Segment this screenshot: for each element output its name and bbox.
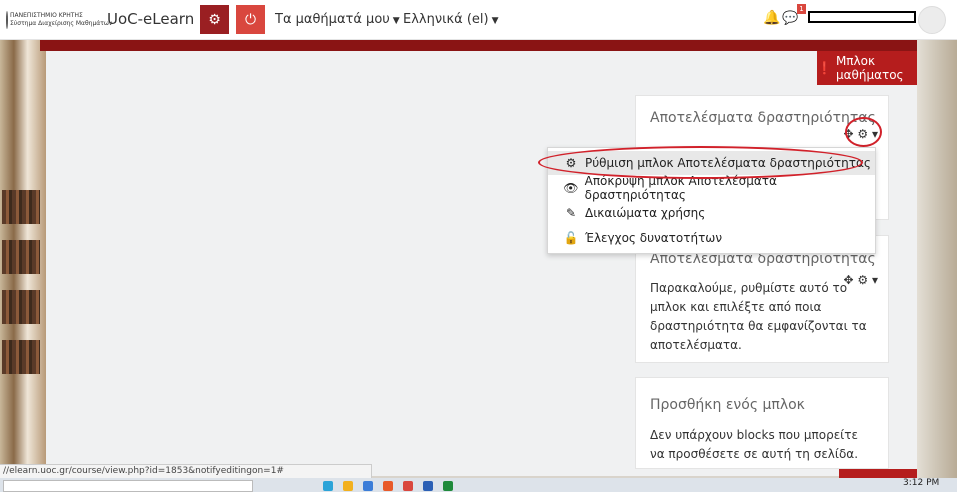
bell-icon[interactable]: 🔔 <box>763 10 780 26</box>
menu-item-hide-block[interactable]: 👁 Απόκρυψη μπλοκ Αποτελέσματα δραστηριότ… <box>548 174 875 202</box>
background-image-left <box>0 40 46 492</box>
background-image-right <box>913 40 957 492</box>
cogs-icon: ⚙ <box>208 11 221 28</box>
language-menu[interactable]: Ελληνικά (el) ▼ <box>403 12 499 27</box>
block-body: Παρακαλούμε, ρυθμίστε αυτό το μπλοκ και … <box>650 281 867 352</box>
caret-down-icon: ▼ <box>491 16 499 26</box>
site-name[interactable]: UoC-eLearn <box>107 10 194 28</box>
taskbar-search-box[interactable] <box>3 480 253 492</box>
message-badge: 1 <box>797 4 806 14</box>
footer-red-fragment <box>839 469 917 478</box>
bookshelf-decor <box>2 240 40 274</box>
caret-down-icon: ▼ <box>392 16 400 26</box>
block-activity-results-2: Αποτελέσματα δραστηριότητας ✥ ⚙ ▾ Παρακα… <box>635 235 889 363</box>
avatar[interactable] <box>918 6 946 34</box>
menu-item-check-permissions[interactable]: 🔓 Έλεγχος δυνατοτήτων <box>548 226 875 250</box>
exclamation-icon: ❗ <box>817 61 832 75</box>
redacted-username[interactable] <box>808 11 916 23</box>
admin-gears-button[interactable]: ⚙ <box>200 5 229 34</box>
my-courses-menu[interactable]: Τα μαθήματά μου ▼ <box>275 12 400 27</box>
bookshelf-decor <box>2 290 40 324</box>
taskbar-app-icon[interactable] <box>323 481 333 491</box>
taskbar-clock: 3:12 PM <box>903 478 940 488</box>
annotation-circle-gear <box>845 117 882 147</box>
power-icon: ⏻ <box>244 11 257 28</box>
block-title: Προσθήκη ενός μπλοκ <box>650 397 805 413</box>
course-blocks-label: Μπλοκ μαθήματος <box>835 54 904 82</box>
taskbar-app-icon[interactable] <box>343 481 353 491</box>
block-title: Αποτελέσματα δραστηριότητας <box>650 110 876 126</box>
menu-item-label: Έλεγχος δυνατοτήτων <box>585 231 723 245</box>
course-blocks-toggle-button[interactable]: ❗ Μπλοκ μαθήματος <box>817 51 917 85</box>
chat-icon[interactable]: 💬 <box>782 11 798 26</box>
my-courses-label: Τα μαθήματά μου <box>275 12 390 27</box>
taskbar-app-icon[interactable] <box>423 481 433 491</box>
logo-line1: ΠΑΝΕΠΙΣΤΗΜΙΟ ΚΡΗΤΗΣ <box>10 12 83 19</box>
seal-icon <box>6 11 8 29</box>
university-logo[interactable]: ΠΑΝΕΠΙΣΤΗΜΙΟ ΚΡΗΤΗΣ Σύστημα Διαχείρισης … <box>6 9 112 31</box>
menu-item-permissions[interactable]: ✎ Δικαιώματα χρήσης <box>548 201 875 225</box>
bookshelf-decor <box>2 340 40 374</box>
taskbar-app-icon[interactable] <box>443 481 453 491</box>
bookshelf-decor <box>2 190 40 224</box>
unlock-icon: 🔓 <box>563 231 579 245</box>
os-taskbar: 3:12 PM <box>0 478 957 492</box>
taskbar-app-icon[interactable] <box>363 481 373 491</box>
menu-item-label: Δικαιώματα χρήσης <box>585 206 706 220</box>
taskbar-app-icon[interactable] <box>403 481 413 491</box>
block-body: Δεν υπάρχουν blocks που μπορείτε να προσ… <box>650 428 859 461</box>
eye-icon: 👁 <box>563 181 579 195</box>
taskbar-app-icon[interactable] <box>383 481 393 491</box>
language-label: Ελληνικά (el) <box>403 12 489 27</box>
logo-line2: Σύστημα Διαχείρισης Μαθημάτων <box>10 20 113 27</box>
annotation-circle-menu-item <box>538 146 863 179</box>
header-red-bar <box>40 40 917 51</box>
edit-icon: ✎ <box>565 206 577 220</box>
browser-status-url: //elearn.uoc.gr/course/view.php?id=1853&… <box>0 464 372 478</box>
logout-button[interactable]: ⏻ <box>236 5 265 34</box>
top-navbar: ΠΑΝΕΠΙΣΤΗΜΙΟ ΚΡΗΤΗΣ Σύστημα Διαχείρισης … <box>0 0 957 40</box>
block-add-block: Προσθήκη ενός μπλοκ Δεν υπάρχουν blocks … <box>635 377 889 469</box>
